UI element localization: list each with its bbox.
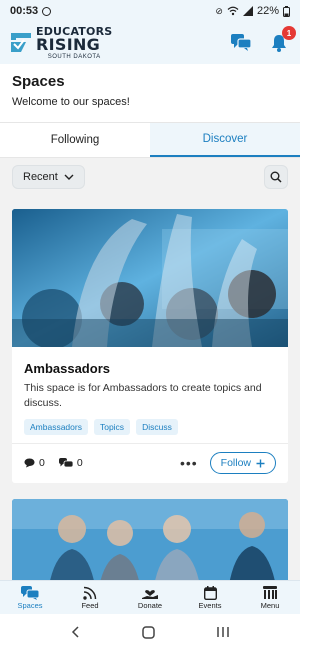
bottom-navigation: Spaces Feed Donate Events Menu: [0, 580, 300, 614]
chat-bubbles-icon: [231, 34, 251, 51]
recents-icon[interactable]: [217, 626, 229, 638]
dnd-icon: ⊘: [215, 5, 223, 16]
tab-following[interactable]: Following: [0, 123, 150, 157]
nav-donate-label: Donate: [137, 600, 163, 610]
search-button[interactable]: [264, 165, 288, 189]
sort-dropdown[interactable]: Recent: [12, 165, 85, 189]
comment-icon: [24, 458, 35, 468]
comment-count-value: 0: [39, 457, 45, 469]
notifications-button[interactable]: 1: [268, 26, 296, 54]
donate-icon: [142, 589, 158, 599]
status-right: ⊘ 22%: [215, 5, 290, 17]
spaces-tabs: Following Discover: [0, 122, 300, 158]
nav-feed[interactable]: Feed: [60, 581, 120, 614]
more-options-button[interactable]: •••: [180, 456, 198, 470]
member-count-value: 0: [76, 457, 83, 469]
back-icon[interactable]: [71, 626, 81, 638]
signal-icon: [242, 6, 253, 16]
status-time: 00:53: [10, 5, 39, 17]
calendar-icon: [203, 585, 217, 600]
logo-line-2: RISING: [36, 35, 101, 54]
spaces-icon: [21, 585, 39, 600]
group-students-photo: [12, 499, 288, 580]
system-navigation-bar: [0, 614, 300, 650]
tag-discuss[interactable]: Discuss: [136, 419, 178, 435]
follow-button[interactable]: Follow: [209, 452, 276, 474]
nav-events[interactable]: Events: [180, 581, 240, 614]
app-status-icon: [42, 6, 52, 16]
search-icon: [270, 171, 282, 183]
logo-line-3: SOUTH DAKOTA: [47, 54, 101, 60]
plus-icon: [256, 459, 265, 467]
messages-button[interactable]: [230, 32, 252, 54]
space-card[interactable]: Ambassadors This space is for Ambassador…: [12, 209, 288, 483]
battery-percent: 22%: [256, 5, 279, 17]
space-card-image: [12, 209, 288, 347]
tag-ambassadors[interactable]: Ambassadors: [24, 419, 88, 435]
notification-badge: 1: [282, 26, 296, 40]
nav-events-label: Events: [198, 600, 222, 610]
chevron-down-icon: [64, 174, 74, 180]
nav-feed-label: Feed: [81, 600, 99, 610]
member-count: 0: [58, 457, 83, 469]
space-card-footer: 0 0 ••• Follow: [24, 451, 276, 475]
group-high-five-photo: [12, 209, 288, 347]
card-divider: [12, 443, 288, 444]
home-icon[interactable]: [142, 625, 156, 639]
space-card-description: This space is for Ambassadors to create …: [24, 382, 262, 409]
status-bar: 00:53 ⊘ 22%: [0, 0, 300, 22]
space-card-title: Ambassadors: [24, 361, 110, 376]
tab-discover[interactable]: Discover: [150, 123, 300, 157]
app-header: EDUCATORS RISING SOUTH DAKOTA 1: [0, 22, 300, 64]
page-title: Spaces: [12, 73, 65, 90]
wifi-icon: [227, 6, 239, 16]
nav-spaces[interactable]: Spaces: [0, 581, 60, 614]
chat-group-icon: [58, 458, 73, 468]
nav-menu[interactable]: Menu: [240, 581, 300, 614]
comment-count: 0: [24, 457, 45, 469]
educators-rising-logo: EDUCATORS RISING SOUTH DAKOTA: [10, 26, 112, 60]
spaces-list[interactable]: Recent Ambassadors This space is for Amb…: [0, 158, 300, 580]
follow-label: Follow: [220, 457, 251, 469]
sort-label: Recent: [23, 171, 58, 183]
tag-topics[interactable]: Topics: [93, 419, 131, 435]
nav-menu-label: Menu: [260, 600, 280, 610]
nav-spaces-label: Spaces: [17, 600, 43, 610]
battery-icon: [283, 5, 290, 17]
logo-mark-icon: [11, 33, 31, 52]
space-card-tags: Ambassadors Topics Discuss: [24, 419, 178, 435]
page-subtitle: Welcome to our spaces!: [12, 96, 130, 108]
space-card[interactable]: [12, 499, 288, 580]
feed-icon: [83, 586, 97, 600]
menu-icon: [263, 585, 277, 599]
filter-row: Recent: [12, 164, 288, 190]
nav-donate[interactable]: Donate: [120, 581, 180, 614]
